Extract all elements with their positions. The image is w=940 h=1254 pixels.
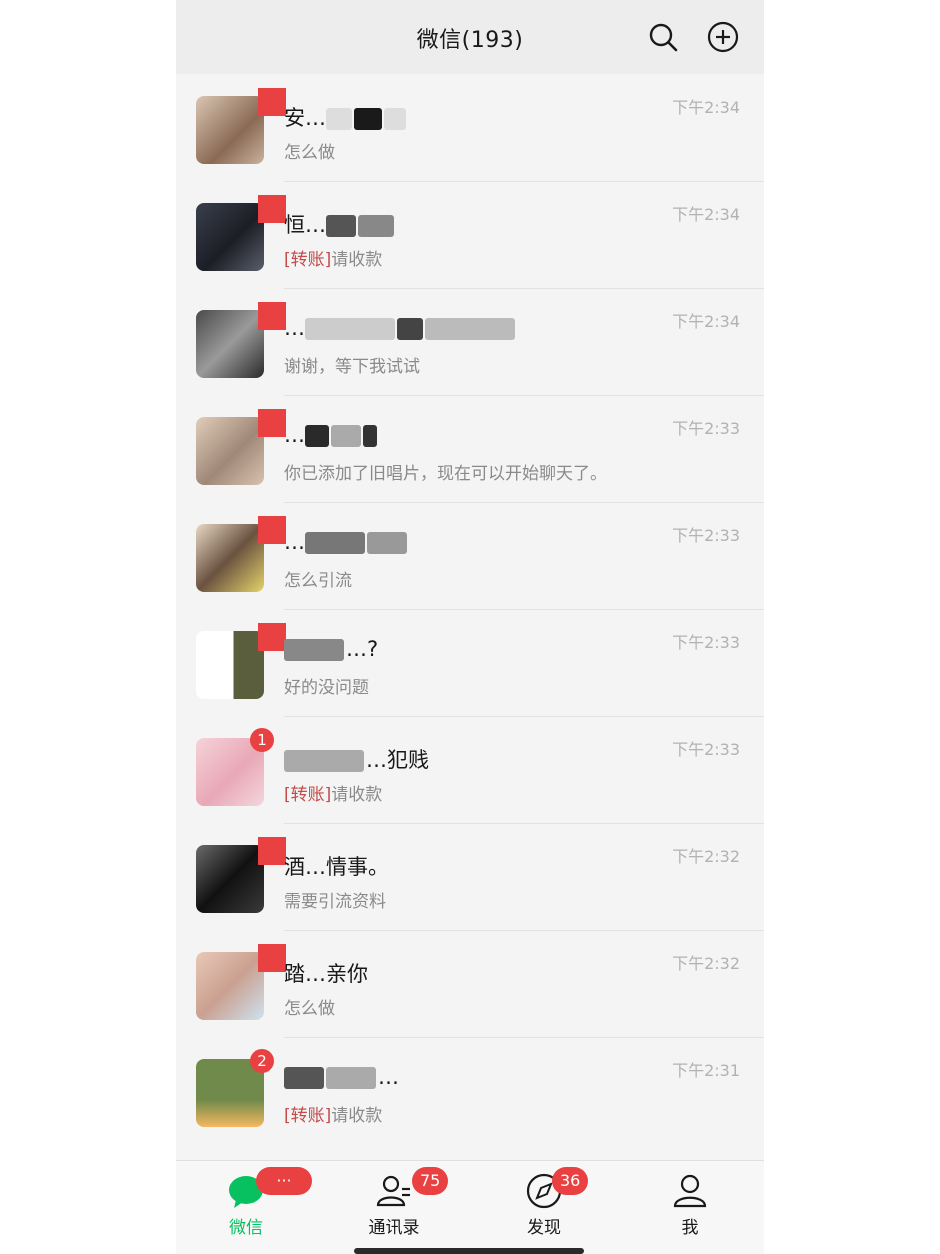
home-indicator (354, 1248, 584, 1254)
chat-name: 安… (284, 102, 408, 132)
chat-preview: 你已添加了旧唱片，现在可以开始聊天了。 (284, 464, 607, 484)
chat-time: 下午2:33 (672, 419, 740, 438)
chat-row[interactable]: 2 … [转账]请收款 下午2:31 (176, 1037, 764, 1144)
chat-time: 下午2:32 (672, 954, 740, 973)
chat-name: 恒… (284, 209, 396, 239)
chat-time: 下午2:34 (672, 205, 740, 224)
unread-dot (258, 195, 286, 223)
tab-badge: 75 (412, 1167, 449, 1195)
avatar (196, 952, 264, 1020)
chat-name: … (284, 316, 517, 340)
chat-row[interactable]: 酒…情事。 需要引流资料 下午2:32 (176, 823, 764, 930)
unread-badge: 1 (250, 728, 274, 752)
avatar (196, 524, 264, 592)
chat-time: 下午2:33 (672, 740, 740, 759)
chat-row[interactable]: 踏…亲你 怎么做 下午2:32 (176, 930, 764, 1037)
unread-badge: 2 (250, 1049, 274, 1073)
chat-list: 安… 怎么做 下午2:34 恒… [转账]请收款 下午2:34 … 谢谢，等下我… (176, 74, 764, 1144)
avatar (196, 845, 264, 913)
chat-time: 下午2:33 (672, 526, 740, 545)
chat-name: … (284, 423, 379, 447)
wechat-screen: 微信(193) 安… 怎么做 下午2:34 恒… [转账]请收款 下午2:34 (176, 0, 764, 1254)
tab-contacts[interactable]: 75 通讯录 (344, 1161, 449, 1254)
plus-circle-icon[interactable] (706, 20, 740, 54)
tab-badge: ··· (256, 1167, 312, 1195)
chat-name: …犯贱 (284, 744, 429, 774)
tab-me[interactable]: 我 (640, 1161, 740, 1254)
tab-badge: 36 (552, 1167, 589, 1195)
bottom-tab-bar: ··· 微信 75 通讯录 36 发现 我 (176, 1160, 764, 1254)
chat-time: 下午2:34 (672, 312, 740, 331)
chat-row[interactable]: 1 …犯贱 [转账]请收款 下午2:33 (176, 716, 764, 823)
chat-name: …? (284, 637, 378, 661)
chat-preview: 怎么引流 (284, 571, 352, 591)
unread-dot (258, 944, 286, 972)
chat-row[interactable]: … 你已添加了旧唱片，现在可以开始聊天了。 下午2:33 (176, 395, 764, 502)
tab-label: 发现 (527, 1218, 561, 1238)
chat-row[interactable]: …? 好的没问题 下午2:33 (176, 609, 764, 716)
top-bar: 微信(193) (176, 0, 764, 74)
unread-dot (258, 88, 286, 116)
tab-label: 微信 (229, 1218, 263, 1238)
avatar (196, 310, 264, 378)
avatar (196, 417, 264, 485)
chat-preview: 怎么做 (284, 999, 335, 1019)
unread-dot (258, 623, 286, 651)
chat-row[interactable]: 恒… [转账]请收款 下午2:34 (176, 181, 764, 288)
chat-preview: [转账]请收款 (284, 250, 383, 270)
contacts-icon (376, 1175, 410, 1207)
chat-preview: 谢谢，等下我试试 (284, 357, 420, 377)
search-icon[interactable] (646, 20, 680, 54)
chat-time: 下午2:34 (672, 98, 740, 117)
chat-row[interactable]: … 谢谢，等下我试试 下午2:34 (176, 288, 764, 395)
avatar (196, 96, 264, 164)
chat-preview: [转账]请收款 (284, 1106, 383, 1126)
chat-row[interactable]: 安… 怎么做 下午2:34 (176, 74, 764, 181)
tab-discover[interactable]: 36 发现 (494, 1161, 594, 1254)
chat-preview: [转账]请收款 (284, 785, 383, 805)
chat-name: … (284, 530, 409, 554)
tab-label: 通讯录 (368, 1218, 420, 1238)
chat-name: 踏…亲你 (284, 962, 368, 986)
unread-dot (258, 837, 286, 865)
chat-preview: 怎么做 (284, 143, 335, 163)
unread-dot (258, 516, 286, 544)
unread-dot (258, 302, 286, 330)
tab-chats[interactable]: ··· 微信 (196, 1161, 312, 1254)
avatar (196, 203, 264, 271)
chat-name: … (284, 1065, 399, 1089)
chat-name: 酒…情事。 (284, 855, 389, 879)
unread-dot (258, 409, 286, 437)
chat-preview: 好的没问题 (284, 678, 369, 698)
person-icon (673, 1174, 707, 1208)
chat-time: 下午2:33 (672, 633, 740, 652)
avatar (196, 631, 264, 699)
chat-time: 下午2:32 (672, 847, 740, 866)
chat-time: 下午2:31 (672, 1061, 740, 1080)
tab-label: 我 (681, 1218, 699, 1238)
chat-preview: 需要引流资料 (284, 892, 386, 912)
chat-row[interactable]: … 怎么引流 下午2:33 (176, 502, 764, 609)
